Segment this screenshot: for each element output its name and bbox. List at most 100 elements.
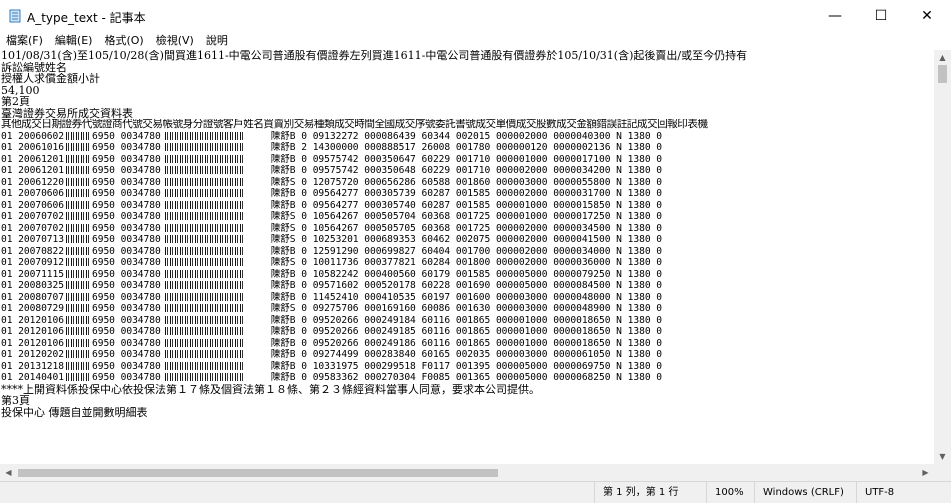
row-broker: 6950 0034780: [92, 153, 161, 165]
text-line: 第2頁: [1, 96, 30, 108]
row-broker: 6950 0034780: [92, 245, 161, 257]
text-line: 54,100: [1, 84, 40, 96]
menu-file[interactable]: 檔案(F): [0, 32, 49, 50]
redacted-block: [66, 246, 90, 255]
minimize-button[interactable]: —: [812, 0, 858, 32]
notepad-icon: [9, 9, 21, 23]
redacted-block: [164, 338, 245, 347]
table-row: 01 20131218 6950 0034780 陳舒B 0 10331975 00…: [0, 361, 934, 373]
redacted-block: [66, 200, 90, 209]
row-broker: 6950 0034780: [92, 268, 161, 280]
table-row: 01 20070606 6950 0034780 陳舒B 0 09564277 00…: [0, 200, 934, 212]
row-date: 01 20120106: [1, 337, 64, 349]
row-broker: 6950 0034780: [92, 188, 161, 199]
redacted-block: [66, 177, 90, 186]
row-date: 01 20071115: [1, 268, 64, 280]
row-date: 01 20080707: [1, 291, 64, 303]
table-row: 01 20120106 6950 0034780 陳舒B 0 09520266 00…: [0, 338, 934, 350]
scroll-right-icon[interactable]: ▶: [917, 465, 934, 480]
vertical-scroll-thumb[interactable]: [938, 65, 947, 83]
redacted-block: [66, 223, 90, 232]
redacted-block: [164, 281, 245, 289]
row-date: 01 20140401: [1, 372, 64, 383]
text-editor[interactable]: 101/08/31(含)至105/10/28(含)間買進1611-中電公司普通股…: [0, 50, 934, 464]
row-date: 01 20070702: [1, 211, 64, 222]
row-details: 陳舒B 0 09564277 000305740 60287 001585 00…: [270, 199, 662, 211]
row-date: 01 20120106: [1, 314, 64, 326]
redacted-block: [164, 304, 245, 312]
redacted-block: [164, 373, 245, 381]
table-row: 01 20070702 6950 0034780 陳舒S 0 10564267 00…: [0, 211, 934, 223]
row-date: 01 20120202: [1, 349, 64, 360]
text-line: 投保中心 傳題自並開數明細表: [1, 406, 148, 418]
row-date: 01 20070713: [1, 234, 64, 245]
table-row: 01 20061220 6950 0034780 陳舒S 0 12075720 00…: [0, 177, 934, 189]
title-bar: A_type_text - 記事本 — ☐ ✕: [0, 0, 951, 32]
table-row: 01 20060602 6950 0034780 陳舒B 0 09132272 00…: [0, 131, 934, 143]
redacted-block: [164, 154, 245, 163]
table-row: 01 20061201 6950 0034780 陳舒B 0 09575742 00…: [0, 154, 934, 166]
row-broker: 6950 0034780: [92, 372, 161, 383]
scroll-up-icon[interactable]: ▲: [934, 50, 951, 65]
table-row: 01 20120202 6950 0034780 陳舒B 0 09274499 00…: [0, 349, 934, 361]
redacted-block: [164, 235, 245, 243]
line-ending: Windows (CRLF): [754, 482, 857, 503]
redacted-block: [66, 361, 90, 370]
redacted-block: [164, 292, 245, 301]
horizontal-scrollbar[interactable]: ◀ ▶: [0, 464, 934, 481]
redacted-block: [66, 269, 90, 278]
row-date: 01 20060602: [1, 130, 64, 142]
table-row: 01 20140401 6950 0034780 陳舒B 0 09583362 00…: [0, 372, 934, 384]
row-details: 陳舒S 0 12075720 000656286 60588 001860 00…: [270, 176, 662, 188]
table-row: 01 20071115 6950 0034780 陳舒B 0 10582242 00…: [0, 269, 934, 281]
menu-bar: 檔案(F) 編輯(E) 格式(O) 檢視(V) 說明: [0, 32, 951, 50]
row-details: 陳舒S 0 10011736 000377821 60284 001800 00…: [270, 257, 662, 268]
scroll-left-icon[interactable]: ◀: [0, 465, 17, 480]
table-row: 01 20120106 6950 0034780 陳舒B 0 09520266 00…: [0, 326, 934, 338]
redacted-block: [164, 258, 245, 266]
menu-help[interactable]: 說明: [200, 32, 234, 50]
row-broker: 6950 0034780: [92, 234, 161, 245]
row-date: 01 20061201: [1, 153, 64, 165]
scrollbar-corner: [934, 464, 951, 481]
menu-format[interactable]: 格式(O): [98, 32, 149, 50]
vertical-scrollbar[interactable]: ▲ ▼: [934, 50, 951, 464]
row-broker: 6950 0034780: [92, 280, 161, 291]
horizontal-scroll-thumb[interactable]: [18, 469, 498, 477]
redacted-block: [66, 338, 90, 347]
redacted-block: [66, 212, 90, 220]
maximize-button[interactable]: ☐: [858, 0, 904, 32]
row-broker: 6950 0034780: [92, 199, 161, 211]
cursor-position: 第 1 列，第 1 行: [594, 482, 707, 503]
table-row: 01 20080729 6950 0034780 陳舒S 0 09275706 00…: [0, 303, 934, 315]
row-date: 01 20061220: [1, 176, 64, 188]
table-row: 01 20080707 6950 0034780 陳舒B 0 11452410 00…: [0, 292, 934, 304]
redacted-block: [164, 166, 245, 174]
row-broker: 6950 0034780: [92, 303, 161, 314]
scroll-down-icon[interactable]: ▼: [934, 449, 951, 464]
menu-edit[interactable]: 編輯(E): [49, 32, 99, 50]
row-details: 陳舒B 0 09575742 000350648 60229 001710 00…: [270, 165, 662, 176]
row-details: 陳舒S 0 09275706 000169160 60086 001630 00…: [270, 303, 662, 314]
redacted-block: [164, 177, 245, 186]
redacted-block: [66, 373, 90, 381]
redacted-block: [66, 143, 90, 151]
row-broker: 6950 0034780: [92, 349, 161, 360]
row-details: 陳舒S 0 10564267 000505705 60368 001725 00…: [270, 222, 662, 234]
redacted-block: [164, 246, 245, 255]
row-broker: 6950 0034780: [92, 257, 161, 268]
text-line: 101/08/31(含)至105/10/28(含)間買進1611-中電公司普通股…: [1, 50, 748, 62]
text-line: 訴訟編號姓名: [1, 61, 67, 73]
text-line: 臺灣證券交易所成交資料表: [1, 107, 133, 119]
table-row: 01 20061201 6950 0034780 陳舒B 0 09575742 00…: [0, 165, 934, 177]
row-details: 陳舒S 0 10564267 000505704 60368 001725 00…: [270, 211, 662, 222]
menu-view[interactable]: 檢視(V): [150, 32, 200, 50]
redacted-block: [66, 154, 90, 163]
row-details: 陳舒B 0 09571602 000520178 60228 001690 00…: [270, 280, 662, 291]
close-button[interactable]: ✕: [904, 0, 950, 32]
redacted-block: [164, 269, 245, 278]
row-broker: 6950 0034780: [92, 326, 161, 337]
row-broker: 6950 0034780: [92, 130, 161, 142]
redacted-block: [66, 235, 90, 243]
row-date: 01 20070606: [1, 199, 64, 211]
